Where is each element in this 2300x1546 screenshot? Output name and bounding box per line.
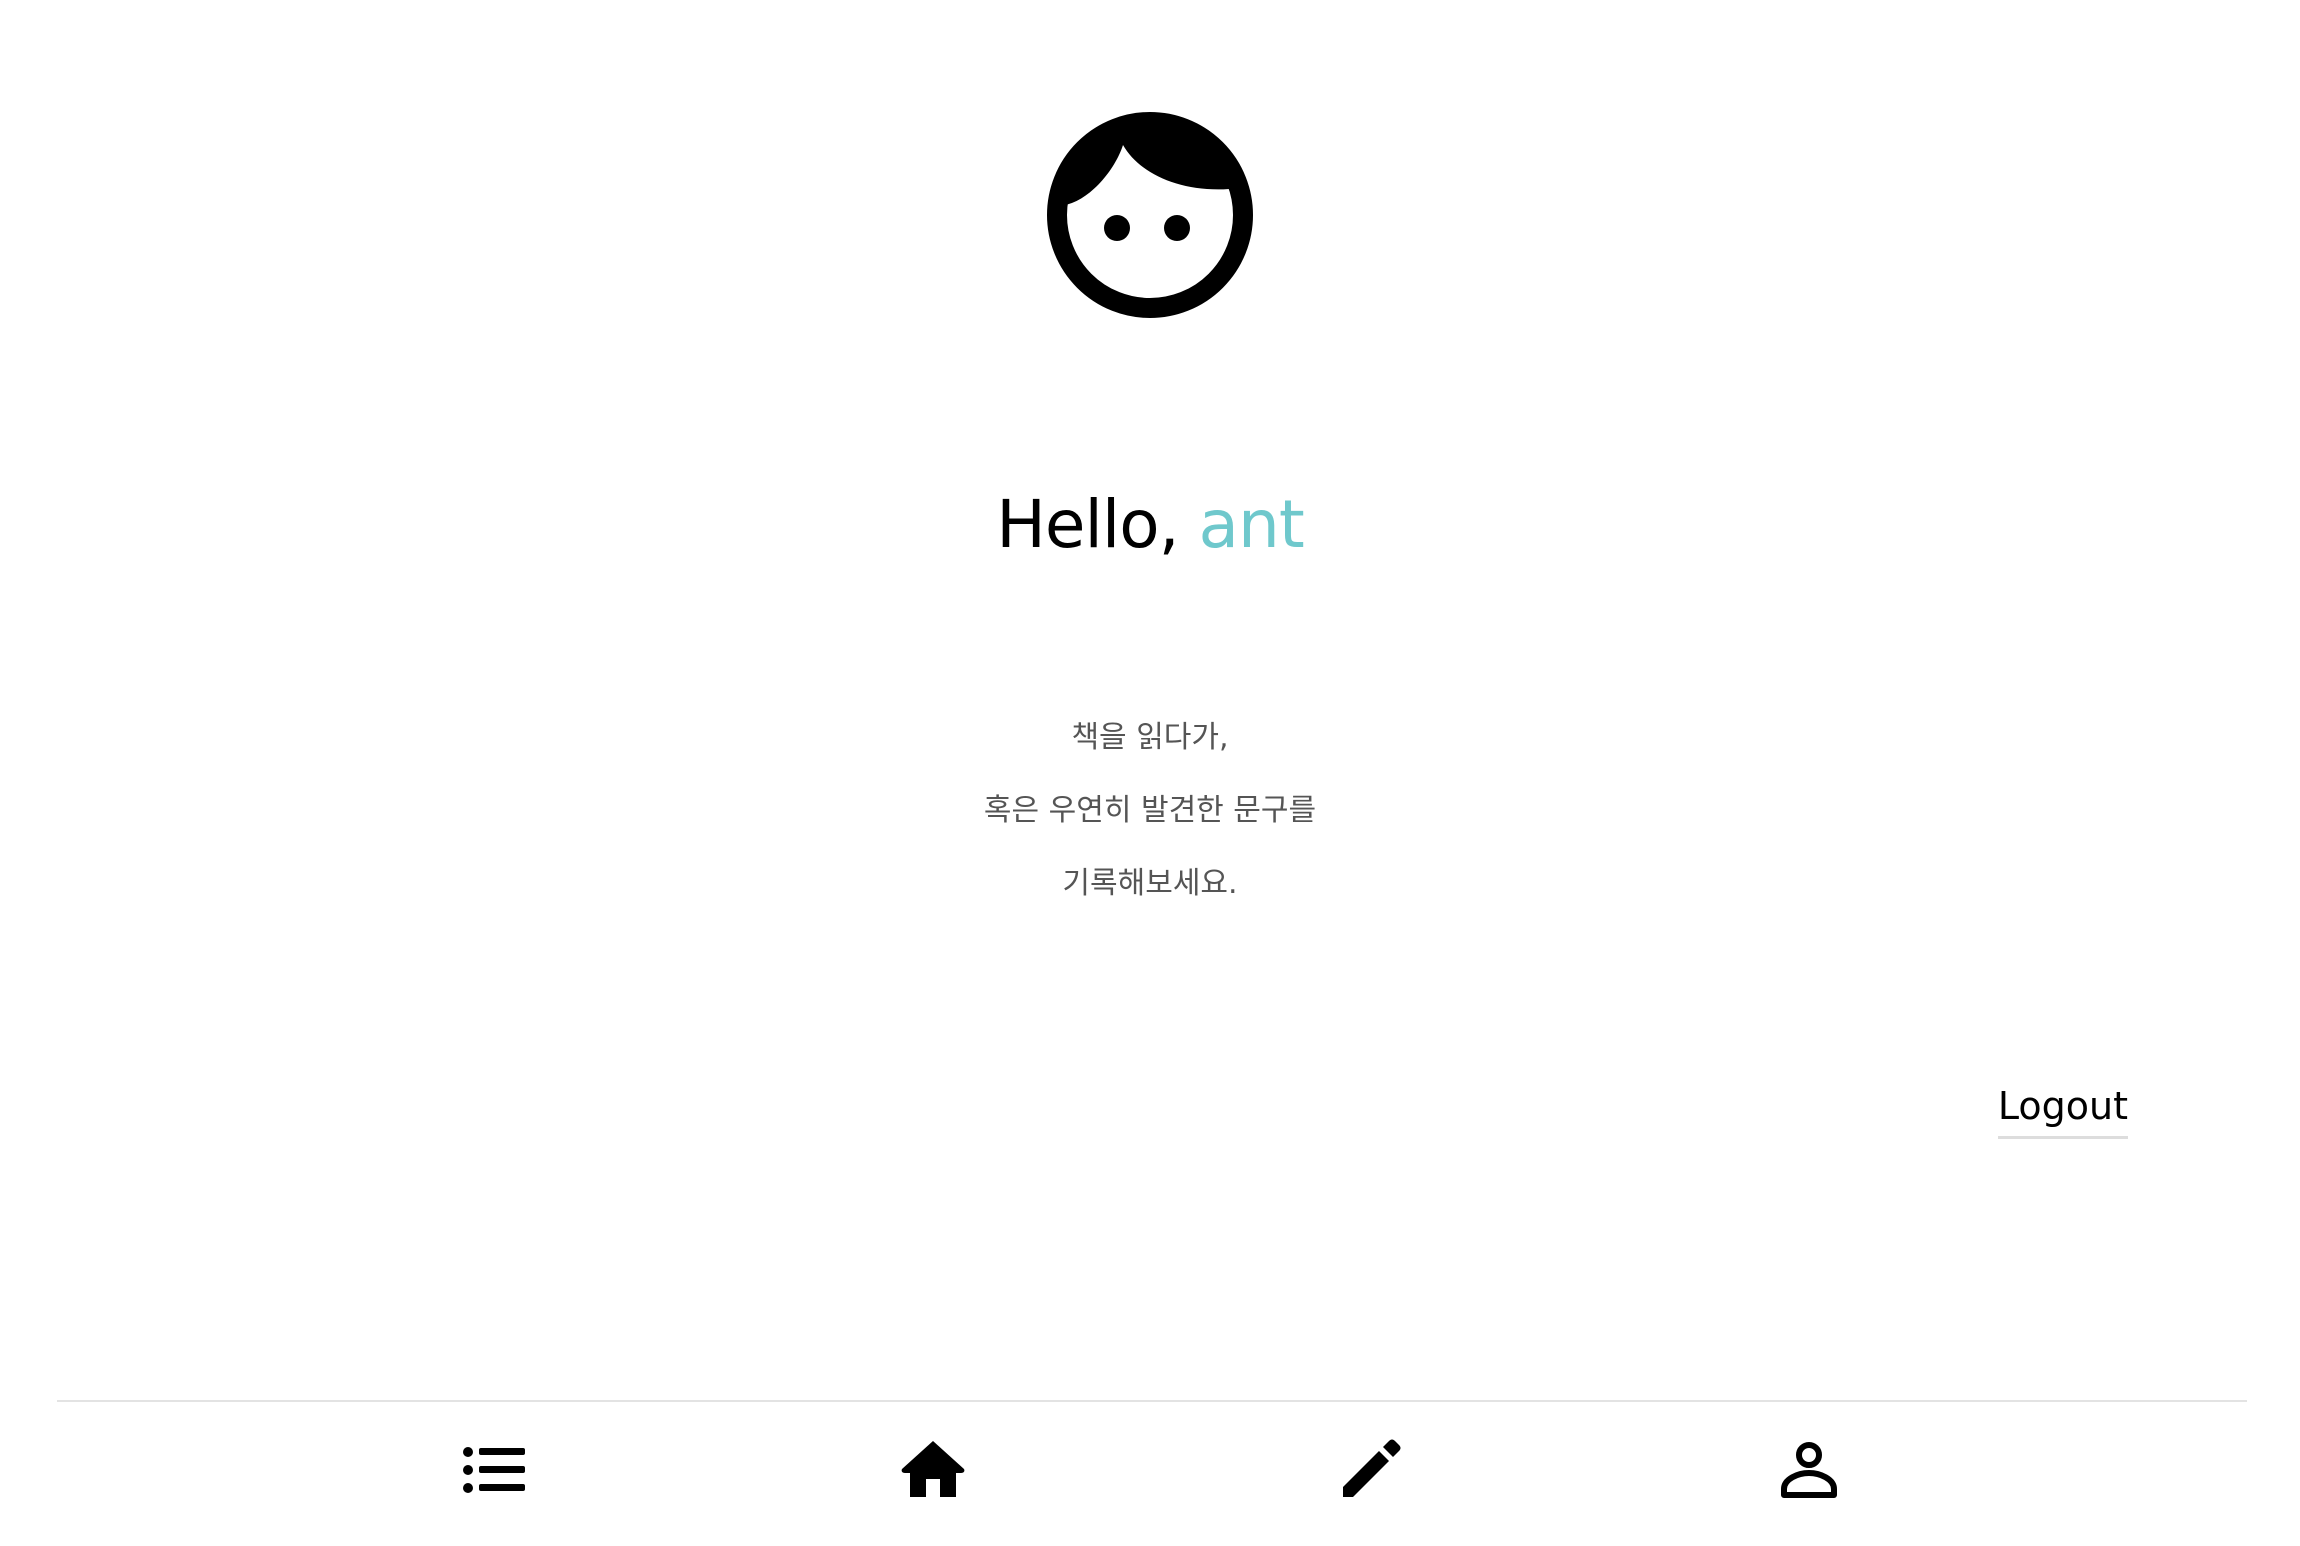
message-line: 기록해보세요. — [1062, 866, 1238, 901]
nav-home-button[interactable] — [883, 1420, 983, 1520]
person-icon — [1781, 1442, 1837, 1498]
nav-write-button[interactable] — [1320, 1420, 1420, 1520]
nav-divider — [57, 1400, 2247, 1402]
greeting-prefix: Hello, — [996, 486, 1199, 563]
greeting-heading: Hello, ant — [0, 480, 2300, 570]
nav-list-button[interactable] — [444, 1420, 544, 1520]
profile-page: Hello, ant 책을 읽다가, 혹은 우연히 발견한 문구를 기록해보세요… — [0, 0, 2300, 1546]
avatar — [1045, 110, 1255, 320]
bottom-nav — [0, 1420, 2300, 1520]
greeting-username: ant — [1198, 486, 1305, 563]
nav-profile-button[interactable] — [1759, 1420, 1859, 1520]
message-line: 책을 읽다가, — [1071, 720, 1229, 755]
pencil-icon — [1343, 1439, 1401, 1497]
message-line: 혹은 우연히 발견한 문구를 — [983, 793, 1317, 828]
child-face-icon — [1047, 112, 1253, 318]
logout-link[interactable]: Logout — [1997, 1078, 2128, 1139]
home-icon — [901, 1441, 965, 1497]
intro-message: 책을 읽다가, 혹은 우연히 발견한 문구를 기록해보세요. — [0, 708, 2300, 927]
list-icon — [463, 1447, 525, 1493]
